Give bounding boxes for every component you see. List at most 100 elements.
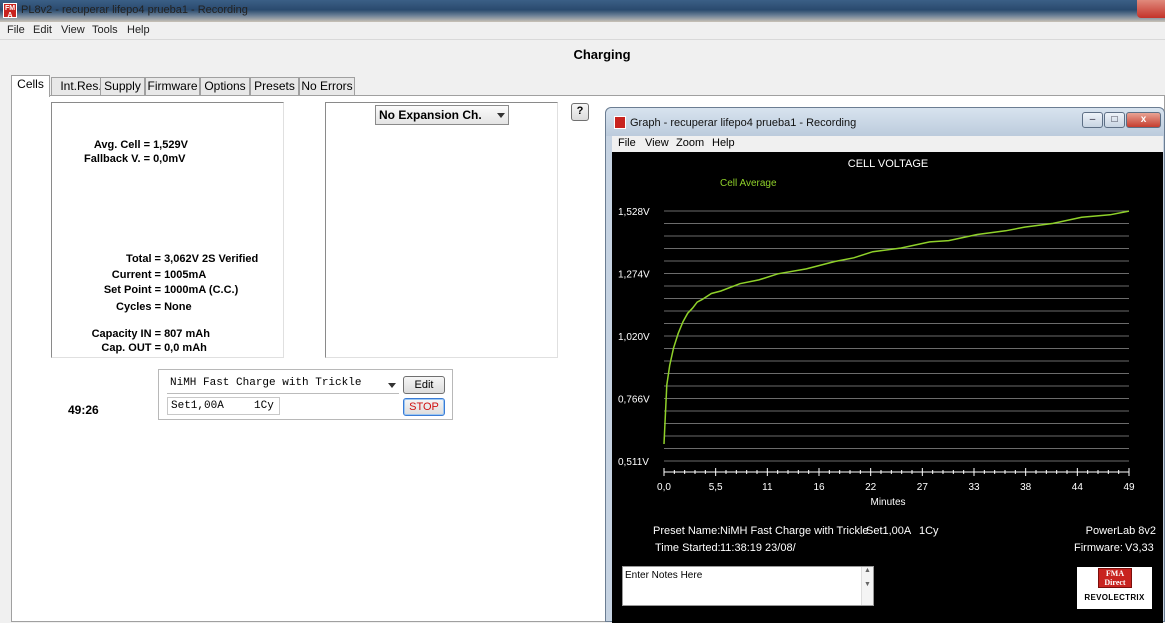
legend-cell-average: Cell Average [720, 178, 777, 189]
preset-setting-field: Set1,00A 1Cy [167, 397, 280, 415]
menu-help[interactable]: Help [127, 24, 150, 36]
total-value: 3,062V 2S Verified [164, 253, 259, 265]
time-started-label: Time Started: [655, 542, 721, 554]
y-axis-ticks: 1,528V 1,274V 1,020V 0,766V 0,511V [618, 207, 650, 468]
tab-options[interactable]: Options [200, 77, 250, 96]
help-button[interactable]: ? [571, 103, 589, 121]
tab-firmware[interactable]: Firmware [145, 77, 200, 96]
menu-file[interactable]: File [7, 24, 25, 36]
setpoint-row: Set Point = 1000mA (C.C.) [52, 284, 238, 296]
graph-menu-zoom[interactable]: Zoom [676, 137, 704, 149]
firmware-value: V3,33 [1125, 542, 1154, 554]
total-label: Total = [126, 253, 161, 265]
charge-status: Charging [573, 47, 631, 62]
preset-setting: Set1,00A [171, 400, 224, 412]
preset-cycles-value: 1Cy [919, 525, 939, 537]
graph-menu-file[interactable]: File [618, 137, 636, 149]
x-tick-label: 22 [865, 482, 877, 493]
capacity-in-label: Capacity IN = [91, 328, 161, 340]
avg-cell-label: Avg. Cell = [93, 139, 150, 151]
expansion-channel-value: No Expansion Ch. [379, 108, 482, 122]
y-tick-label: 1,528V [618, 207, 650, 218]
preset-select-value: NiMH Fast Charge with Trickle [170, 377, 362, 389]
fma-app-icon: FM A [3, 3, 17, 19]
current-value: 1005mA [164, 269, 207, 281]
y-tick-label: 1,020V [618, 332, 650, 343]
graph-menu-help[interactable]: Help [712, 137, 735, 149]
x-axis-label: Minutes [870, 497, 905, 508]
graph-menu-bar: File View Zoom Help [612, 136, 1163, 152]
graph-titlebar: Graph - recuperar lifepo4 prueba1 - Reco… [606, 108, 1164, 136]
time-started-value: 11:38:19 23/08/ [720, 542, 796, 554]
cell-voltage-chart: CELL VOLTAGE Cell Average 1,528V1,274V1,… [618, 158, 1135, 508]
x-tick-label: 5,5 [709, 482, 723, 493]
graph-body: CELL VOLTAGE Cell Average 1,528V 1,274V 1,… [612, 152, 1163, 623]
notes-scrollbar[interactable]: ▲ ▼ [861, 567, 873, 605]
restore-button[interactable]: □ [1104, 112, 1125, 128]
firmware-label: Firmware: [1074, 542, 1123, 554]
menu-bar: File Edit View Tools Help [0, 22, 1165, 40]
tab-presets[interactable]: Presets [250, 77, 299, 96]
fallback-label: Fallback V. = [84, 153, 150, 165]
preset-box: NiMH Fast Charge with Trickle Edit Set1,… [158, 369, 453, 420]
window-title: PL8v2 - recuperar lifepo4 prueba1 - Reco… [21, 4, 248, 16]
x-tick-label: 33 [968, 482, 980, 493]
capacity-out-value: 0,0 mAh [164, 342, 207, 354]
fallback-row: Fallback V. = 0,0mV [52, 153, 185, 165]
y-tick-label: 0,511V [618, 457, 649, 468]
expansion-channel-select[interactable]: No Expansion Ch. [375, 105, 509, 125]
cycles-row: Cycles = None [52, 301, 192, 313]
preset-select[interactable]: NiMH Fast Charge with Trickle [167, 376, 399, 394]
tab-cells[interactable]: Cells [11, 75, 50, 97]
menu-edit[interactable]: Edit [33, 24, 52, 36]
y-tick-label: 0,766V [618, 395, 650, 406]
minimize-button[interactable]: – [1082, 112, 1103, 128]
chevron-down-icon [497, 113, 505, 118]
y-tick-label: 1,274V [618, 270, 650, 281]
setpoint-value: 1000mA (C.C.) [164, 284, 239, 296]
graph-window-title: Graph - recuperar lifepo4 prueba1 - Reco… [630, 117, 857, 129]
revolectrix-logo: REVOLECTRIX [1084, 593, 1145, 602]
avg-cell-value: 1,529V [153, 139, 188, 151]
window-titlebar: FM A PL8v2 - recuperar lifepo4 prueba1 - … [0, 0, 1165, 22]
total-row: Total = 3,062V 2S Verified [52, 253, 258, 265]
edit-button[interactable]: Edit [403, 376, 445, 394]
capacity-out-label: Cap. OUT = [101, 342, 161, 354]
series-line-cell-average [663, 210, 1130, 445]
setpoint-label: Set Point = [103, 284, 161, 296]
avg-cell-row: Avg. Cell = 1,529V [52, 139, 188, 151]
fallback-value: 0,0mV [153, 153, 186, 165]
preset-name-label: Preset Name: [653, 525, 721, 537]
menu-tools[interactable]: Tools [92, 24, 118, 36]
x-tick-label: 49 [1123, 482, 1135, 493]
notes-field[interactable]: Enter Notes Here ▲ ▼ [622, 566, 874, 606]
capacity-out-row: Cap. OUT = 0,0 mAh [52, 342, 207, 354]
preset-name-value: NiMH Fast Charge with Trickle [720, 525, 869, 537]
graph-menu-view[interactable]: View [645, 137, 669, 149]
capacity-in-row: Capacity IN = 807 mAh [52, 328, 210, 340]
cell-info-panel: Avg. Cell = 1,529V Fallback V. = 0,0mV T… [51, 102, 284, 358]
x-axis: 0,0 5,5 11 16 22 27 33 38 44 49 [657, 468, 1135, 493]
preset-setting-value: Set1,00A [866, 525, 912, 537]
stop-button[interactable]: STOP [403, 398, 445, 416]
device-name: PowerLab 8v2 [1085, 525, 1156, 537]
notes-placeholder: Enter Notes Here [625, 570, 703, 581]
cycles-value: None [164, 301, 192, 313]
menu-view[interactable]: View [61, 24, 85, 36]
preset-cycles: 1Cy [254, 400, 274, 412]
cycles-label: Cycles = [116, 301, 161, 313]
close-button[interactable]: x [1126, 112, 1161, 128]
x-tick-label: 16 [813, 482, 825, 493]
fma-direct-logo: FMA Direct [1098, 568, 1132, 588]
x-tick-label: 11 [762, 482, 773, 493]
expansion-panel: No Expansion Ch. [325, 102, 558, 358]
chart-title: CELL VOLTAGE [848, 158, 929, 170]
elapsed-timer: 49:26 [68, 403, 99, 417]
tab-supply[interactable]: Supply [100, 77, 145, 96]
window-close-button[interactable] [1137, 0, 1165, 18]
tab-no-errors[interactable]: No Errors [299, 77, 355, 96]
x-tick-label: 27 [917, 482, 929, 493]
graph-window: Graph - recuperar lifepo4 prueba1 - Reco… [605, 107, 1165, 623]
current-row: Current = 1005mA [52, 269, 206, 281]
x-tick-label: 44 [1072, 482, 1084, 493]
